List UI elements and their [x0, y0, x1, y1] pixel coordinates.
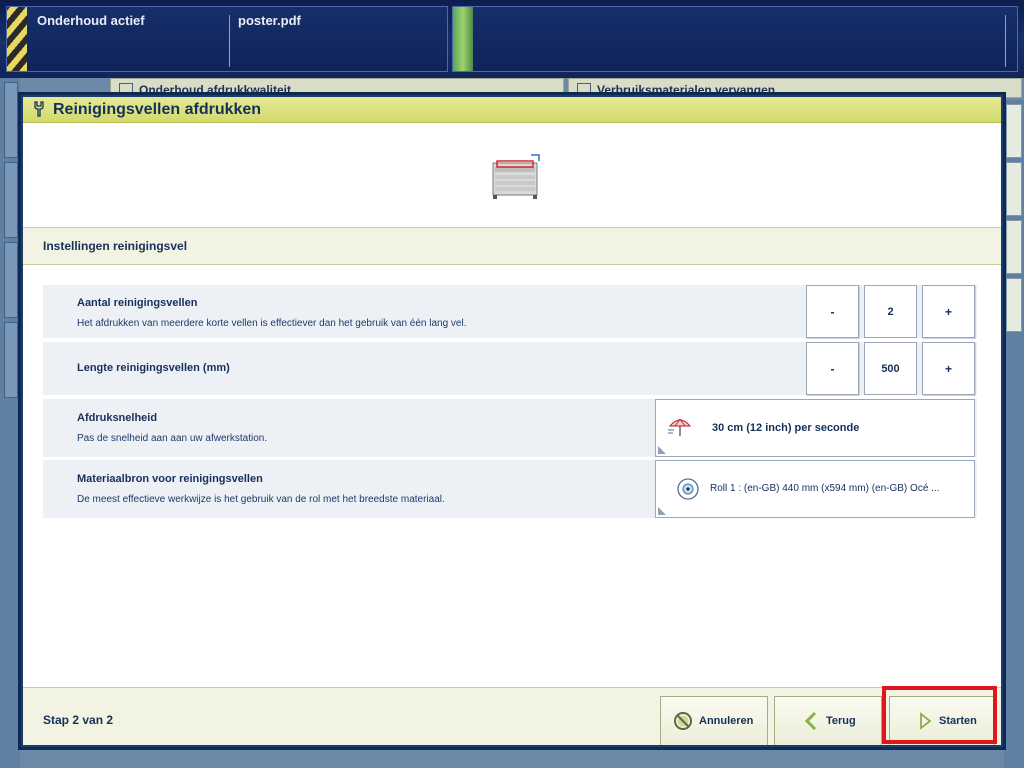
- setting-title: Afdruksnelheid: [77, 412, 158, 424]
- tile-divider: [229, 15, 230, 67]
- umbrella-speed-icon: [668, 418, 692, 436]
- dropdown-corner-icon: [658, 446, 666, 454]
- increment-button[interactable]: +: [922, 285, 975, 338]
- setting-title: Lengte reinigingsvellen (mm): [77, 362, 230, 374]
- settings-section-header: Instellingen reinigingsvel: [23, 227, 1001, 265]
- sheet-length-value: 500: [864, 342, 917, 395]
- cleaning-sheets-dialog: Reinigingsvellen afdrukken Instellingen …: [18, 92, 1006, 750]
- back-label: Terug: [826, 715, 856, 727]
- status-bar: Onderhoud actief poster.pdf: [0, 0, 1024, 78]
- setting-description: Pas de snelheid aan aan uw afwerkstation…: [77, 433, 268, 444]
- setting-title: Aantal reinigingsvellen: [77, 297, 198, 309]
- chevron-left-icon: [804, 711, 817, 731]
- sheet-count-value: 2: [864, 285, 917, 338]
- decrement-button[interactable]: -: [806, 342, 859, 395]
- cancel-icon: [674, 712, 692, 730]
- status-tile-progress[interactable]: [452, 6, 1018, 72]
- warning-stripe-icon: [7, 7, 27, 71]
- dialog-title-bar: Reinigingsvellen afdrukken: [23, 97, 1001, 123]
- print-speed-value: 30 cm (12 inch) per seconde: [712, 422, 860, 434]
- sidebar-tab[interactable]: [4, 322, 18, 398]
- setting-row-print-speed: Afdruksnelheid Pas de snelheid aan aan u…: [43, 399, 977, 457]
- decrement-button[interactable]: -: [806, 285, 859, 338]
- media-source-select[interactable]: Roll 1 : (en-GB) 440 mm (x594 mm) (en-GB…: [655, 460, 975, 518]
- cancel-label: Annuleren: [699, 715, 754, 727]
- start-button[interactable]: Starten: [889, 696, 995, 745]
- back-button[interactable]: Terug: [774, 696, 882, 745]
- setting-row-media-source: Materiaalbron voor reinigingsvellen De m…: [43, 460, 977, 518]
- job-name-text: poster.pdf: [238, 13, 301, 28]
- setting-description: Het afdrukken van meerdere korte vellen …: [77, 318, 467, 329]
- left-sidebar: [0, 78, 20, 768]
- dropdown-corner-icon: [658, 507, 666, 515]
- play-icon: [920, 712, 932, 730]
- maintenance-status-text: Onderhoud actief: [37, 13, 145, 28]
- wrench-icon: [34, 101, 44, 117]
- media-source-value: Roll 1 : (en-GB) 440 mm (x594 mm) (en-GB…: [710, 483, 940, 494]
- start-label: Starten: [939, 715, 977, 727]
- dialog-footer: Stap 2 van 2 Annuleren Terug Starten: [23, 687, 1001, 745]
- tile-divider: [1005, 15, 1006, 67]
- right-panel: [1004, 100, 1024, 768]
- panel-item[interactable]: [1006, 104, 1022, 158]
- ready-indicator: [453, 7, 473, 71]
- printer-icon: [492, 154, 540, 199]
- increment-button[interactable]: +: [922, 342, 975, 395]
- sidebar-tab[interactable]: [4, 242, 18, 318]
- media-roll-icon: [677, 478, 699, 500]
- sidebar-tab[interactable]: [4, 162, 18, 238]
- dialog-title: Reinigingsvellen afdrukken: [53, 101, 262, 118]
- print-speed-select[interactable]: 30 cm (12 inch) per seconde: [655, 399, 975, 457]
- dialog-body: Reinigingsvellen afdrukken Instellingen …: [23, 97, 1001, 745]
- panel-item[interactable]: [1006, 278, 1022, 332]
- section-title: Instellingen reinigingsvel: [43, 239, 188, 253]
- setting-title: Materiaalbron voor reinigingsvellen: [77, 473, 263, 485]
- setting-row-sheet-length: Lengte reinigingsvellen (mm) - 500 +: [43, 342, 977, 395]
- sidebar-tab[interactable]: [4, 82, 18, 158]
- step-indicator: Stap 2 van 2: [43, 713, 114, 727]
- setting-row-sheet-count: Aantal reinigingsvellen Het afdrukken va…: [43, 285, 977, 338]
- setting-description: De meest effectieve werkwijze is het geb…: [77, 494, 445, 505]
- cancel-button[interactable]: Annuleren: [660, 696, 768, 745]
- panel-item[interactable]: [1006, 162, 1022, 216]
- status-tile-maintenance[interactable]: Onderhoud actief poster.pdf: [6, 6, 448, 72]
- panel-item[interactable]: [1006, 220, 1022, 274]
